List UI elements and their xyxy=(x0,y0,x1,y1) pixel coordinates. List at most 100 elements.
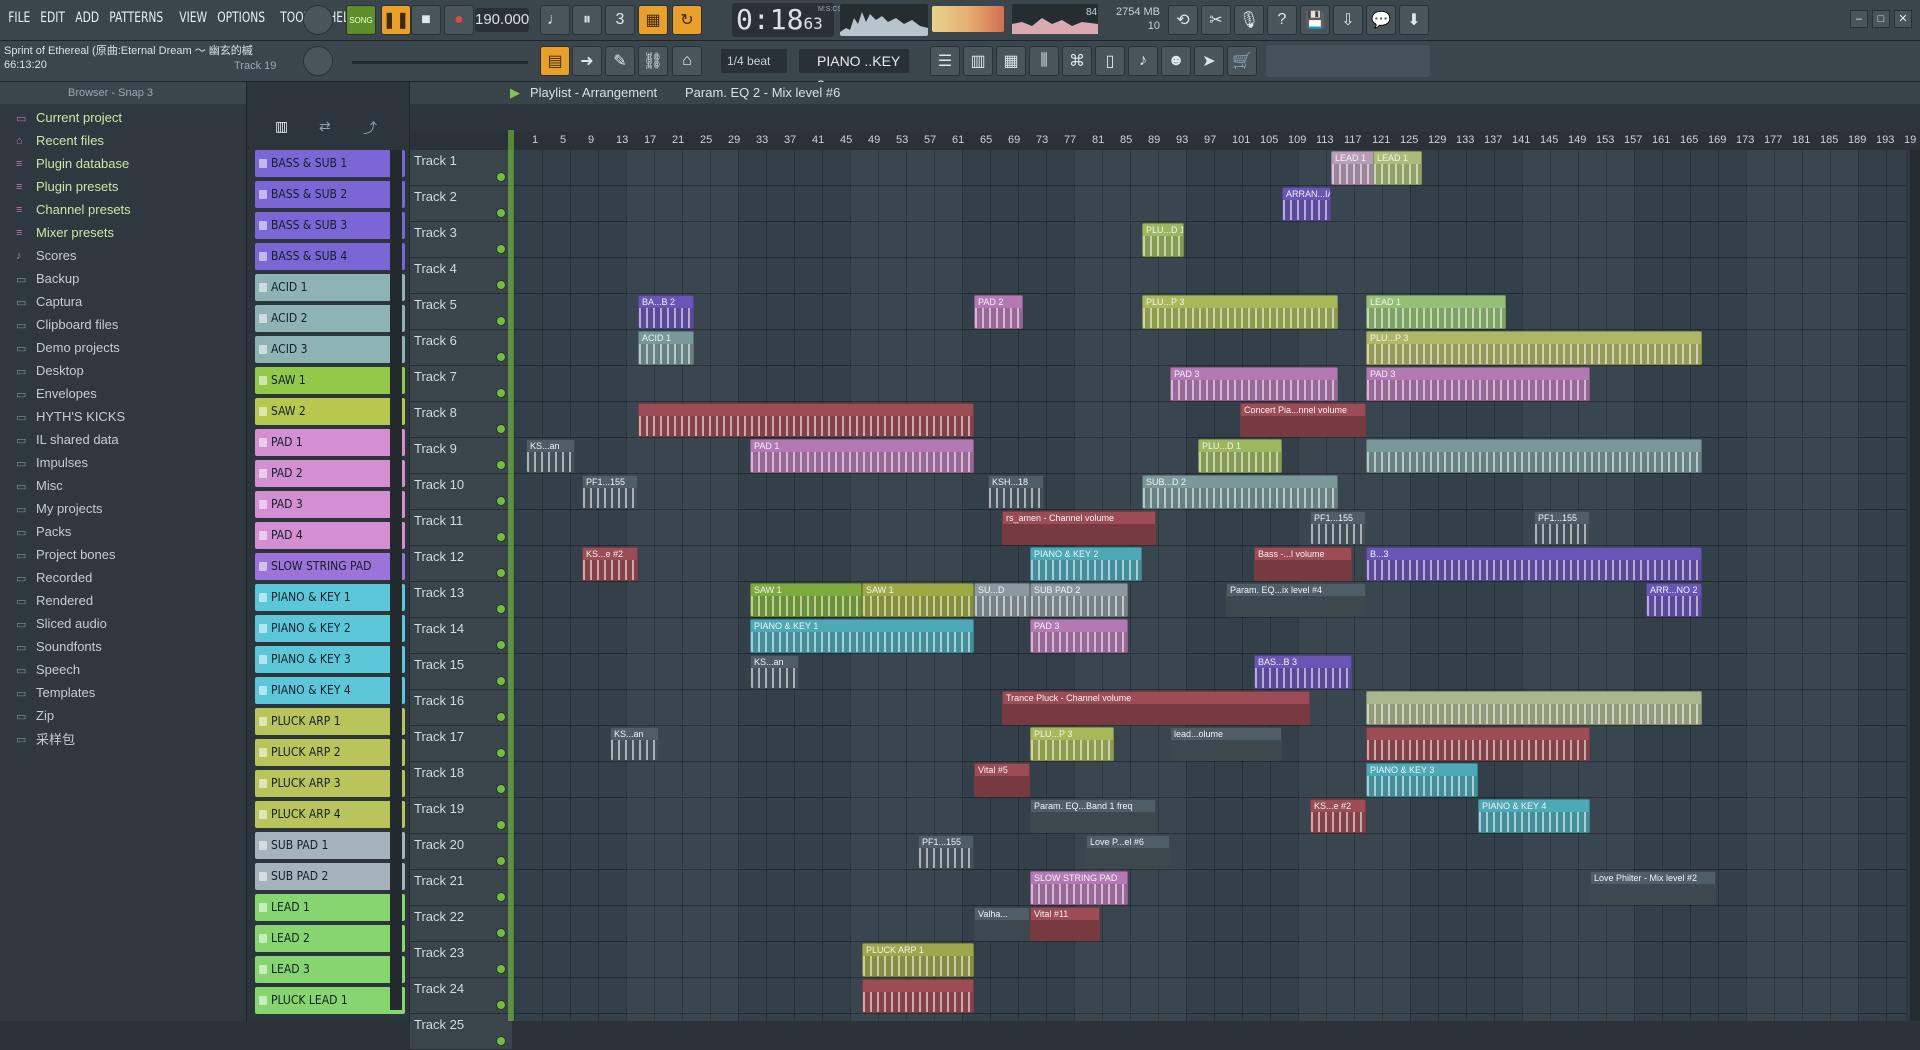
pattern-clip[interactable]: PF1...155 xyxy=(918,835,974,869)
pattern-clip[interactable]: PAD 2 xyxy=(974,295,1023,329)
playhead[interactable] xyxy=(508,130,514,1021)
automation-clip[interactable]: Love P...el #6 xyxy=(1086,835,1170,869)
browser-item[interactable]: ▭ Captura xyxy=(12,290,244,313)
browser-item[interactable]: ≡ Plugin presets xyxy=(12,175,244,198)
channel-button[interactable]: SUB PAD 1 xyxy=(255,832,405,859)
pattern-clip[interactable]: SAW 1 xyxy=(750,583,862,617)
channel-button[interactable]: PLUCK ARP 3 xyxy=(255,770,405,797)
pattern-clip[interactable]: PAD 1 xyxy=(750,439,974,473)
automation-clip[interactable]: Bass -...l volume xyxy=(1254,547,1352,581)
track-mute-led[interactable] xyxy=(496,316,506,326)
pattern-clip[interactable]: ARRAN...IANO xyxy=(1282,187,1331,221)
sliders-button[interactable]: ⫼ xyxy=(1029,46,1059,76)
channel-button[interactable]: LEAD 2 xyxy=(255,925,405,952)
pattern-clip[interactable]: KSH...18 xyxy=(988,475,1044,509)
browser-item[interactable]: ▭ 采样包 xyxy=(12,727,244,750)
tune-button[interactable]: ♪ xyxy=(1128,46,1158,76)
pattern-clip[interactable]: ARR...NO 2 xyxy=(1646,583,1702,617)
channel-button[interactable]: PAD 1 xyxy=(255,429,405,456)
pattern-clip[interactable]: PLU...D 1 xyxy=(1198,439,1282,473)
track-mute-led[interactable] xyxy=(496,856,506,866)
browser-item[interactable]: ▭ Templates xyxy=(12,681,244,704)
pattern-clip[interactable] xyxy=(1366,439,1702,473)
master-volume-knob[interactable] xyxy=(303,46,333,76)
browser-item[interactable]: ▭ Backup xyxy=(12,267,244,290)
track-header[interactable]: Track 12 xyxy=(410,546,512,582)
step-edit-button[interactable]: ▦ xyxy=(638,5,668,35)
channel-button[interactable]: PIANO & KEY 4 xyxy=(255,677,405,704)
track-mute-led[interactable] xyxy=(496,1036,506,1046)
loop-record-button[interactable]: ↻ xyxy=(672,5,702,35)
track-mute-led[interactable] xyxy=(496,208,506,218)
track-mute-led[interactable] xyxy=(496,640,506,650)
plugin-button[interactable]: ⌘ xyxy=(1062,46,1092,76)
channel-button[interactable]: PAD 4 xyxy=(255,522,405,549)
browser-item[interactable]: ▭ Rendered xyxy=(12,589,244,612)
browser-item[interactable]: ≡ Plugin database xyxy=(12,152,244,175)
menu-view[interactable]: VIEW xyxy=(175,8,211,28)
save-button[interactable]: 💾 xyxy=(1300,5,1330,35)
draw-tool-button[interactable]: ✎ xyxy=(605,46,635,76)
track-header[interactable]: Track 3 xyxy=(410,222,512,258)
track-mute-led[interactable] xyxy=(496,460,506,470)
channel-button[interactable]: PIANO & KEY 2 xyxy=(255,615,405,642)
track-header[interactable]: Track 21 xyxy=(410,870,512,906)
track-mute-led[interactable] xyxy=(496,388,506,398)
channel-scrollbar[interactable] xyxy=(390,150,402,1010)
track-header[interactable]: Track 22 xyxy=(410,906,512,942)
track-header[interactable]: Track 16 xyxy=(410,690,512,726)
track-mute-led[interactable] xyxy=(496,532,506,542)
track-header[interactable]: Track 18 xyxy=(410,762,512,798)
pattern-clip[interactable]: PIANO & KEY 1 xyxy=(750,619,974,653)
channel-button[interactable]: BASS & SUB 2 xyxy=(255,181,405,208)
browser-item[interactable]: ▭ Packs xyxy=(12,520,244,543)
track-mute-led[interactable] xyxy=(496,244,506,254)
automation-clip[interactable]: Vital #11 xyxy=(1030,907,1100,941)
track-mute-led[interactable] xyxy=(496,172,506,182)
pattern-clip[interactable]: PF1...155 xyxy=(1310,511,1366,545)
channel-button[interactable]: BASS & SUB 4 xyxy=(255,243,405,270)
menu-add[interactable]: ADD xyxy=(71,8,103,28)
download-button[interactable]: ⬇ xyxy=(1399,5,1429,35)
playlist-view-button[interactable]: ▤ xyxy=(540,46,570,76)
channel-button[interactable]: PLUCK ARP 2 xyxy=(255,739,405,766)
pattern-clip[interactable]: PIANO & KEY 4 xyxy=(1478,799,1590,833)
automation-clip[interactable]: Love Philter - Mix level #2 xyxy=(1590,871,1716,905)
browser-item[interactable]: ▭ Recorded xyxy=(12,566,244,589)
play-button[interactable]: ❚❚ xyxy=(381,5,411,35)
channel-button[interactable]: SUB PAD 2 xyxy=(255,863,405,890)
channel-button[interactable]: PIANO & KEY 3 xyxy=(255,646,405,673)
channel-button[interactable]: PLUCK ARP 4 xyxy=(255,801,405,828)
channel-button[interactable]: LEAD 1 xyxy=(255,894,405,921)
track-header[interactable]: Track 20 xyxy=(410,834,512,870)
chat-button[interactable]: 💬 xyxy=(1366,5,1396,35)
browser-item[interactable]: ▭ Zip xyxy=(12,704,244,727)
automation-clip[interactable]: Param. EQ...Band 1 freq xyxy=(1030,799,1156,833)
wait-input-button[interactable]: ⏸ xyxy=(572,5,602,35)
menu-options[interactable]: OPTIONS xyxy=(213,8,269,28)
record-button[interactable]: ● xyxy=(444,5,474,35)
arrow-next-button[interactable]: ➜ xyxy=(572,46,602,76)
pattern-song-knob[interactable] xyxy=(303,5,333,35)
channel-button[interactable]: SAW 2 xyxy=(255,398,405,425)
automation-clip[interactable]: Valha... xyxy=(974,907,1030,941)
pattern-clip[interactable]: KS...an xyxy=(526,439,575,473)
track-header[interactable]: Track 1 xyxy=(410,150,512,186)
browser-item[interactable]: ▭ IL shared data xyxy=(12,428,244,451)
channel-button[interactable]: LEAD 3 xyxy=(255,956,405,983)
track-mute-led[interactable] xyxy=(496,784,506,794)
track-header[interactable]: Track 14 xyxy=(410,618,512,654)
browser-item[interactable]: ▭ Misc xyxy=(12,474,244,497)
file-button[interactable]: ▯ xyxy=(1095,46,1125,76)
pattern-clip[interactable]: SAW 1 xyxy=(862,583,974,617)
undo-button[interactable]: ⟲ xyxy=(1168,5,1198,35)
track-header[interactable]: Track 24 xyxy=(410,978,512,1014)
pattern-clip[interactable]: PLUCK ARP 1 xyxy=(862,943,974,977)
pattern-clip[interactable]: PAD 3 xyxy=(1030,619,1128,653)
track-header[interactable]: Track 2 xyxy=(410,186,512,222)
pattern-clip[interactable]: PLU...P 3 xyxy=(1030,727,1114,761)
pattern-clip[interactable]: PAD 3 xyxy=(1170,367,1338,401)
track-header[interactable]: Track 9 xyxy=(410,438,512,474)
pattern-clip[interactable] xyxy=(1366,691,1702,725)
track-mute-led[interactable] xyxy=(496,604,506,614)
